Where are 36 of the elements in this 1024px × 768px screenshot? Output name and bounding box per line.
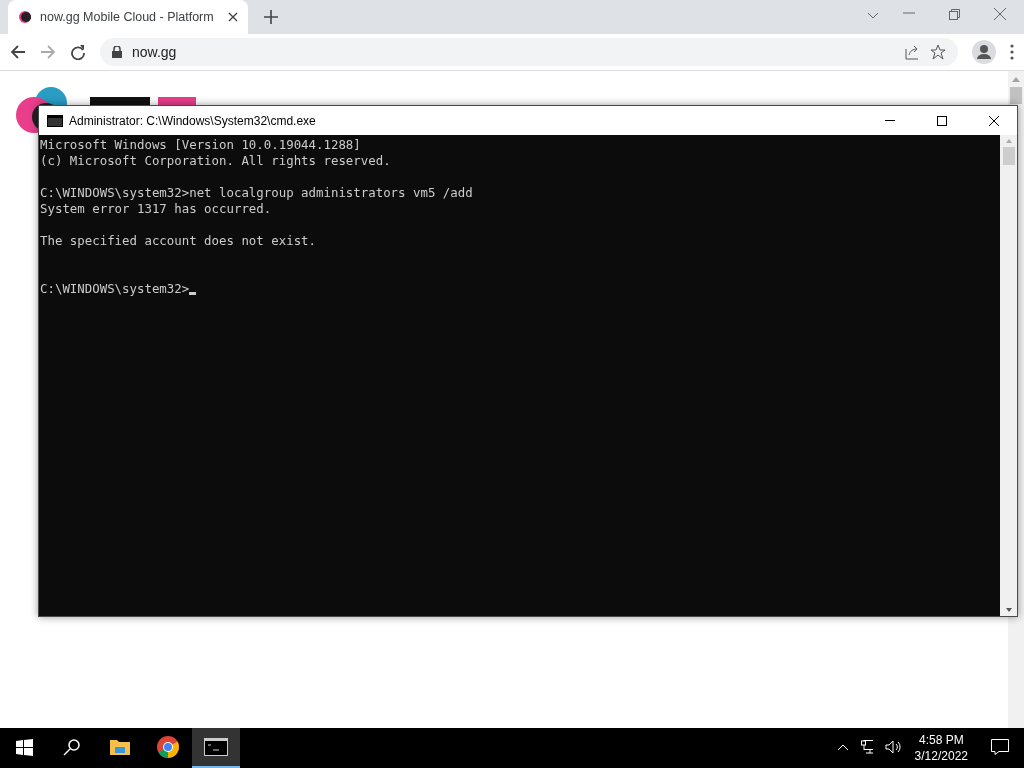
browser-icon [156, 735, 180, 759]
console-line: The specified account does not exist. [40, 233, 317, 249]
restore-icon[interactable] [949, 9, 960, 20]
windows-icon [15, 738, 33, 756]
search-icon [63, 738, 81, 756]
console-line: System error 1317 has occurred. [40, 201, 273, 217]
terminal-icon [204, 738, 228, 756]
lock-icon [112, 46, 122, 58]
share-icon[interactable] [904, 44, 920, 60]
console-prompt: C:\WINDOWS\system32> [40, 281, 190, 297]
close-icon[interactable] [994, 8, 1006, 20]
menu-icon[interactable] [1010, 44, 1014, 60]
taskbar-app[interactable] [192, 728, 240, 768]
close-icon[interactable] [228, 12, 238, 22]
address-bar[interactable]: now.gg [100, 38, 958, 66]
scrollbar-thumb[interactable] [1010, 87, 1022, 104]
profile-icon[interactable] [972, 40, 996, 64]
window-title: Administrator: C:\Windows\System32\cmd.exe [69, 113, 317, 128]
browser-tab[interactable]: now.gg Mobile Cloud - Platform [8, 0, 248, 34]
scrollbar-thumb[interactable] [1002, 147, 1015, 165]
console-line: Microsoft Windows [Version 10.0.19044.1288] [40, 137, 362, 153]
maximize-icon [937, 115, 947, 126]
minimize-icon [885, 120, 895, 121]
close-icon [989, 115, 999, 126]
folder-icon [109, 738, 131, 756]
terminal-icon [47, 114, 63, 127]
console-line: C:\WINDOWS\system32>net localgroup administrators vm5 /add [40, 185, 474, 201]
back-icon[interactable] [10, 44, 26, 60]
clock-date: 3/12/2022 [914, 748, 968, 764]
console-line: (c) Microsoft Corporation. All rights reserved. [40, 153, 392, 169]
site-icon [18, 10, 32, 24]
tab-search-icon[interactable] [867, 12, 879, 20]
clock-time: 4:58 PM [918, 732, 964, 748]
star-icon[interactable] [930, 44, 946, 60]
reload-icon[interactable] [70, 44, 86, 60]
new-tab-icon[interactable] [264, 10, 278, 24]
